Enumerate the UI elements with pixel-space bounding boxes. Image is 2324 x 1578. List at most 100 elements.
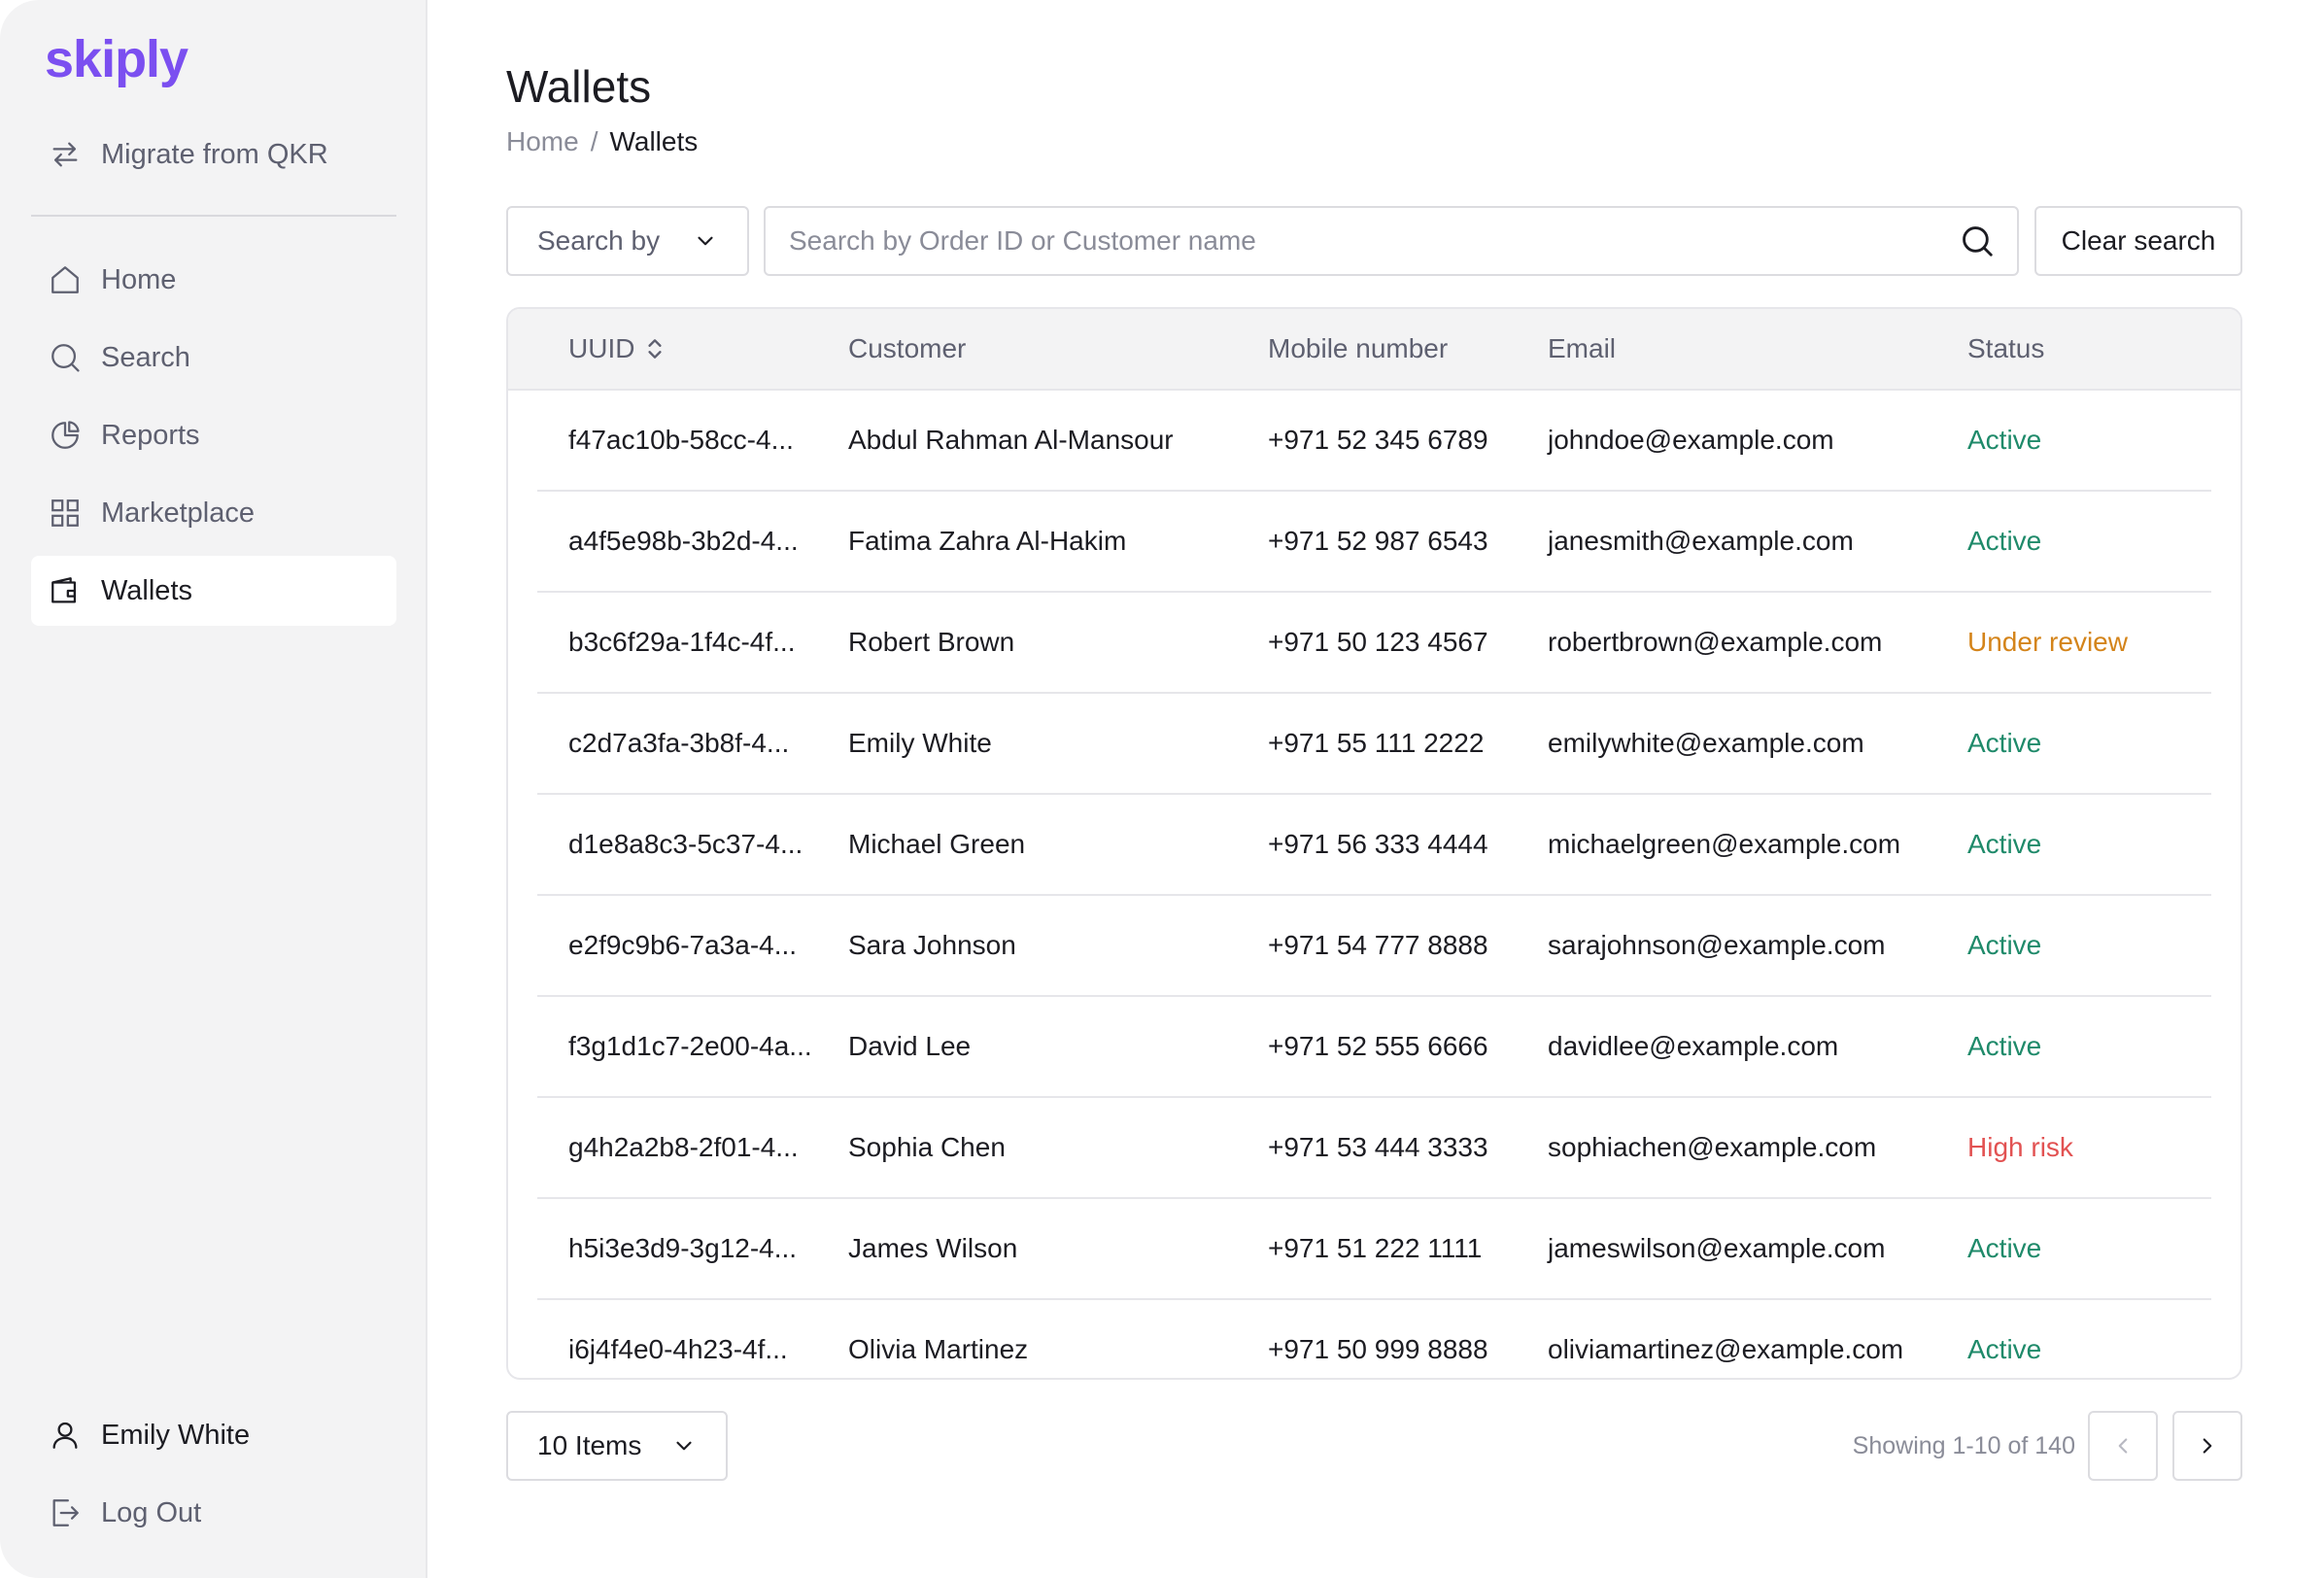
user-name: Emily White [101, 1419, 251, 1451]
cell-status: High risk [1967, 1132, 2073, 1162]
sidebar-divider [31, 215, 396, 217]
logout-button[interactable]: Log Out [31, 1478, 396, 1548]
cell-mobile: +971 56 333 4444 [1268, 829, 1488, 859]
table-row[interactable]: c2d7a3fa-3b8f-4... Emily White +971 55 111… [537, 694, 2211, 795]
pagination-summary: Showing 1-10 of 140 [1852, 1431, 2075, 1459]
previous-page-button[interactable] [2088, 1411, 2158, 1481]
cell-email: sarajohnson@example.com [1548, 930, 1886, 960]
cell-customer: David Lee [848, 1031, 972, 1061]
column-header-mobile: Mobile number [1268, 333, 1449, 363]
cell-status: Active [1967, 829, 2042, 859]
table-header: UUID Customer Mobile number Email Status [508, 309, 2240, 391]
cell-mobile: +971 52 555 6666 [1268, 1031, 1488, 1061]
cell-customer: Fatima Zahra Al-Hakim [848, 526, 1127, 556]
column-header-uuid[interactable]: UUID [568, 309, 667, 389]
chevron-right-icon [2203, 1438, 2212, 1454]
brand-logo[interactable]: skiply [45, 29, 188, 89]
table-row[interactable]: h5i3e3d9-3g12-4... James Wilson +971 51 22… [537, 1199, 2211, 1300]
cell-uuid: a4f5e98b-3b2d-4... [568, 526, 799, 556]
chevron-down-icon [698, 236, 713, 246]
table-row[interactable]: g4h2a2b8-2f01-4... Sophia Chen +971 53 444… [537, 1098, 2211, 1199]
sort-icon[interactable] [642, 336, 667, 361]
logout-icon [52, 1499, 79, 1527]
items-per-page-dropdown[interactable]: 10 Items [506, 1411, 728, 1481]
cell-customer: Sophia Chen [848, 1132, 1006, 1162]
search-icon [51, 344, 80, 372]
cell-uuid: b3c6f29a-1f4c-4f... [568, 627, 796, 657]
column-label: UUID [568, 333, 635, 363]
cell-customer: Emily White [848, 728, 992, 758]
cell-email: johndoe@example.com [1548, 425, 1834, 455]
cell-email: robertbrown@example.com [1548, 627, 1883, 657]
cell-mobile: +971 50 123 4567 [1268, 627, 1488, 657]
breadcrumb-current: Wallets [609, 126, 699, 156]
cell-status: Active [1967, 1233, 2042, 1263]
search-field [764, 206, 2019, 276]
sidebar-item-label: Search [101, 341, 190, 373]
search-icon[interactable] [1959, 223, 1996, 259]
table-row[interactable]: f3g1d1c7-2e00-4a... David Lee +971 52 555 … [537, 997, 2211, 1098]
search-input[interactable] [787, 224, 1959, 257]
cell-email: sophiachen@example.com [1548, 1132, 1877, 1162]
cell-uuid: g4h2a2b8-2f01-4... [568, 1132, 799, 1162]
cell-mobile: +971 53 444 3333 [1268, 1132, 1488, 1162]
cell-email: davidlee@example.com [1548, 1031, 1839, 1061]
cell-customer: Robert Brown [848, 627, 1015, 657]
cell-mobile: +971 55 111 2222 [1268, 728, 1485, 758]
grid-icon [51, 499, 79, 527]
cell-uuid: d1e8a8c3-5c37-4... [568, 829, 803, 859]
sidebar-item-home[interactable]: Home [31, 245, 396, 315]
user-profile[interactable]: Emily White [31, 1400, 396, 1470]
user-icon [52, 1422, 78, 1449]
cell-customer: Michael Green [848, 829, 1026, 859]
breadcrumb: Home / Wallets [506, 126, 698, 157]
breadcrumb-home[interactable]: Home [506, 126, 579, 156]
cell-customer: Olivia Martinez [848, 1334, 1029, 1364]
table-row[interactable]: i6j4f4e0-4h23-4f... Olivia Martinez +971 5… [537, 1300, 2211, 1378]
items-per-page-label: 10 Items [537, 1430, 642, 1460]
sidebar-item-wallets[interactable]: Wallets [31, 556, 396, 626]
cell-mobile: +971 54 777 8888 [1268, 930, 1488, 960]
cell-uuid: e2f9c9b6-7a3a-4... [568, 930, 798, 960]
column-header-status: Status [1967, 333, 2045, 363]
sidebar-item-marketplace[interactable]: Marketplace [31, 478, 396, 548]
table-row[interactable]: a4f5e98b-3b2d-4... Fatima Zahra Al-Hakim +… [537, 492, 2211, 593]
table-body: f47ac10b-58cc-4... Abdul Rahman Al-Mansou… [508, 391, 2240, 1378]
sidebar-item-search[interactable]: Search [31, 323, 396, 393]
wallets-table: UUID Customer Mobile number Email Status… [506, 307, 2242, 1380]
migrate-from-qkr-link[interactable]: Migrate from QKR [31, 120, 396, 189]
cell-mobile: +971 52 345 6789 [1268, 425, 1488, 455]
table-row[interactable]: d1e8a8c3-5c37-4... Michael Green +971 56 3… [537, 795, 2211, 896]
table-row[interactable]: e2f9c9b6-7a3a-4... Sara Johnson +971 54 77… [537, 896, 2211, 997]
wallet-icon [51, 577, 77, 603]
search-by-label: Search by [537, 225, 661, 256]
cell-mobile: +971 51 222 1111 [1268, 1233, 1483, 1263]
sidebar-item-label: Reports [101, 419, 200, 451]
sidebar-item-label: Home [101, 263, 177, 295]
table-row[interactable]: f47ac10b-58cc-4... Abdul Rahman Al-Mansou… [537, 391, 2211, 492]
sidebar: skiply Migrate from QKR Home Search Repo… [0, 0, 427, 1578]
swap-arrows-icon [52, 142, 78, 167]
cell-email: oliviamartinez@example.com [1548, 1334, 1904, 1364]
sidebar-item-label: Marketplace [101, 497, 255, 529]
table-row[interactable]: b3c6f29a-1f4c-4f... Robert Brown +971 50 1… [537, 593, 2211, 694]
cell-status: Active [1967, 930, 2042, 960]
chevron-left-icon [2118, 1438, 2128, 1454]
search-by-dropdown[interactable]: Search by [506, 206, 749, 276]
sidebar-item-reports[interactable]: Reports [31, 400, 396, 470]
cell-status: Active [1967, 728, 2042, 758]
pie-chart-icon [51, 421, 80, 449]
next-page-button[interactable] [2172, 1411, 2242, 1481]
main-content: Wallets Home / Wallets Search by Clear sea… [427, 0, 2324, 1578]
cell-status: Active [1967, 1031, 2042, 1061]
migrate-label: Migrate from QKR [101, 138, 328, 170]
cell-status: Under review [1967, 627, 2128, 657]
chevron-down-icon [676, 1441, 692, 1451]
sidebar-item-label: Wallets [101, 574, 192, 606]
cell-uuid: c2d7a3fa-3b8f-4... [568, 728, 790, 758]
cell-status: Active [1967, 425, 2042, 455]
clear-search-button[interactable]: Clear search [2034, 206, 2242, 276]
cell-email: emilywhite@example.com [1548, 728, 1864, 758]
cell-customer: James Wilson [848, 1233, 1018, 1263]
cell-customer: Sara Johnson [848, 930, 1016, 960]
